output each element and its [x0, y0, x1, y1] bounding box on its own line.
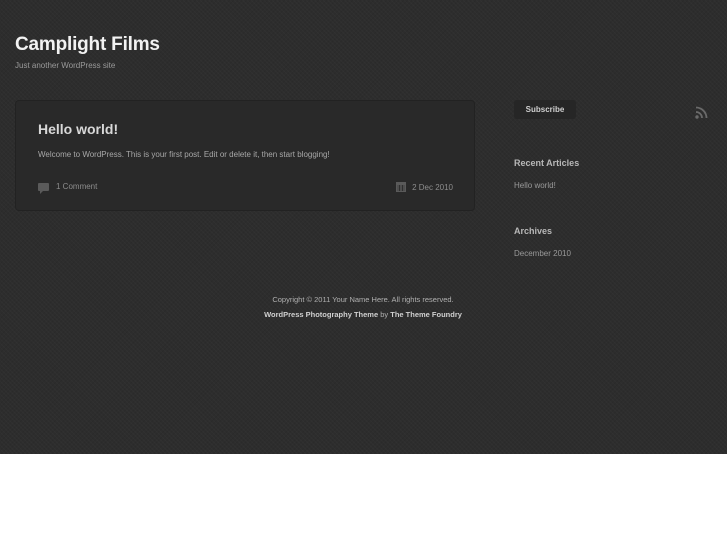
archives-title: Archives: [514, 226, 553, 236]
post-date: 2 Dec 2010: [396, 182, 453, 192]
page-background: Camplight Films Just another WordPress s…: [0, 0, 727, 454]
subscribe-button[interactable]: Subscribe: [514, 100, 576, 119]
post-comments-count[interactable]: 1 Comment: [56, 182, 97, 191]
calendar-icon: [396, 182, 407, 192]
post-comments-link[interactable]: 1 Comment: [38, 182, 97, 194]
recent-article-link[interactable]: Hello world!: [514, 181, 556, 190]
archive-link[interactable]: December 2010: [514, 249, 571, 258]
post-title[interactable]: Hello world!: [38, 121, 118, 137]
site-tagline: Just another WordPress site: [15, 61, 116, 70]
author-link[interactable]: The Theme Foundry: [390, 310, 462, 319]
recent-articles-title: Recent Articles: [514, 158, 580, 168]
footer-credits: WordPress Photography Theme by The Theme…: [242, 310, 484, 319]
comment-icon: [38, 182, 49, 194]
theme-link[interactable]: WordPress Photography Theme: [264, 310, 378, 319]
footer-copyright: Copyright © 2011 Your Name Here. All rig…: [272, 295, 454, 304]
site-title[interactable]: Camplight Films: [15, 34, 160, 56]
post-date-text: 2 Dec 2010: [412, 182, 453, 192]
footer-by-text: by: [378, 310, 391, 319]
rss-icon[interactable]: [694, 104, 710, 120]
post-excerpt: Welcome to WordPress. This is your first…: [38, 150, 330, 159]
post-card: Hello world! Welcome to WordPress. This …: [15, 100, 475, 211]
